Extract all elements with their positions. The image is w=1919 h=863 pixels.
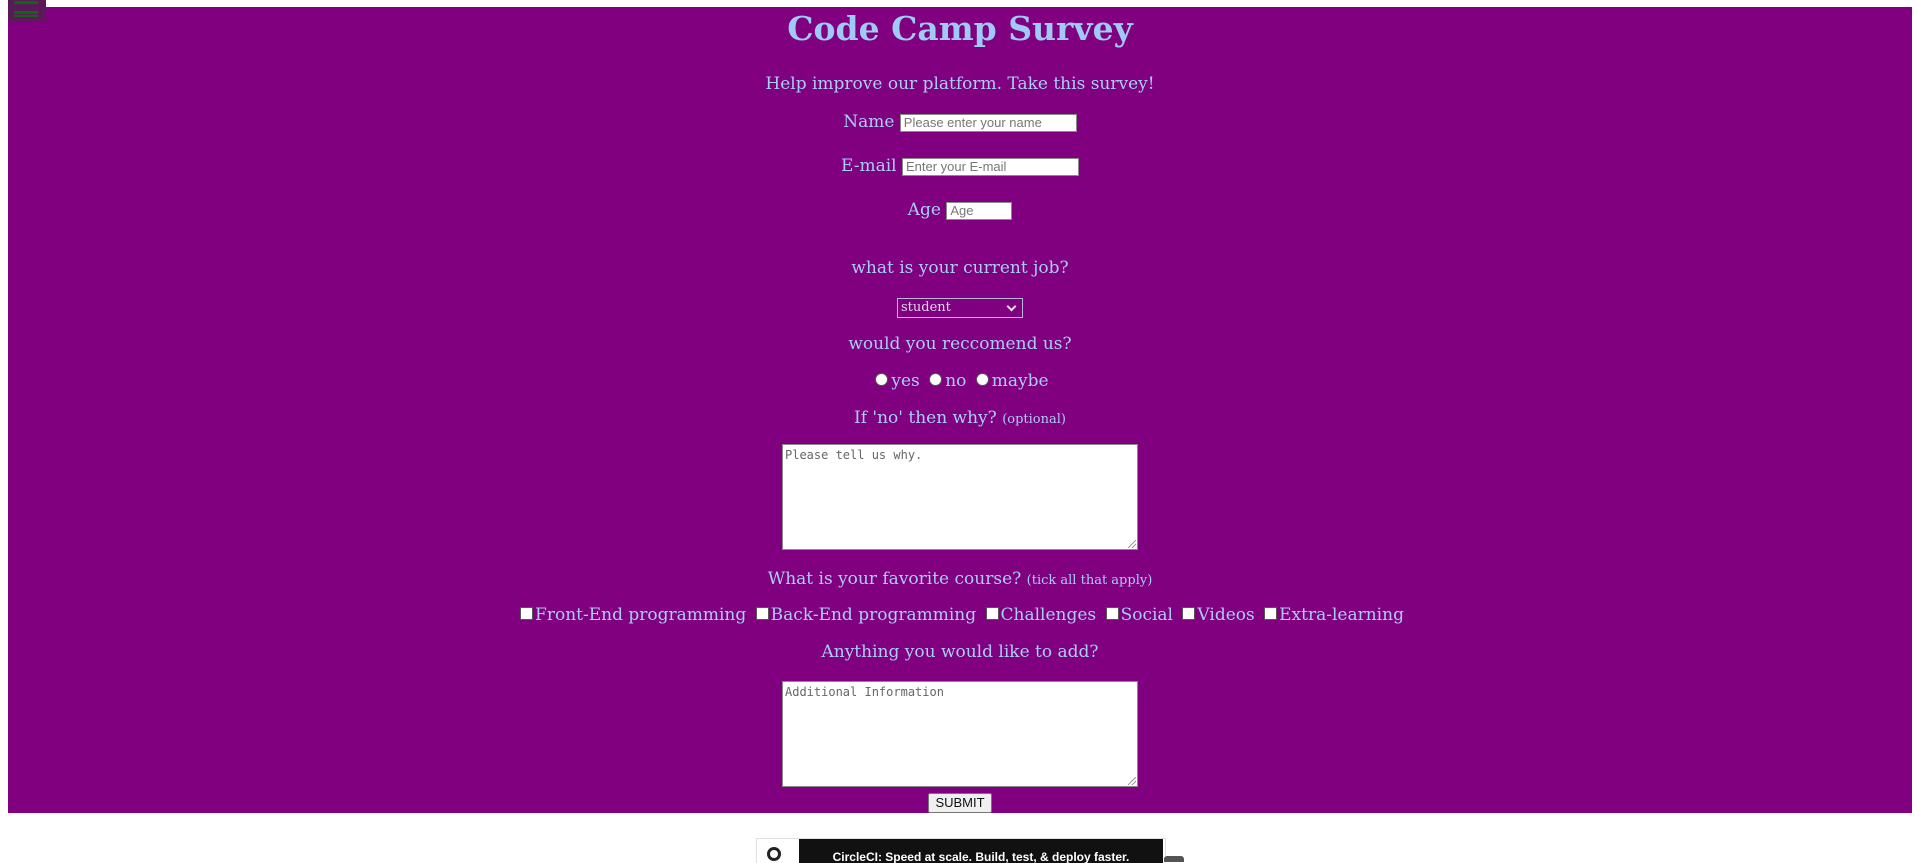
email-label: E-mail (840, 156, 897, 176)
age-input[interactable] (946, 201, 1013, 220)
checkbox-extra-learning[interactable] (1264, 607, 1278, 620)
checkbox-back-end[interactable] (755, 607, 769, 620)
recommend-question: would you reccomend us? (848, 334, 1072, 354)
age-row: Age (8, 199, 1912, 221)
why-question: If 'no' then why? (854, 408, 997, 428)
name-row: Name (8, 111, 1912, 133)
additional-info-placeholder: Additional Information (785, 685, 944, 699)
course-options: Front-End programming Back-End programmi… (8, 604, 1912, 626)
email-input[interactable] (902, 157, 1079, 176)
hamburger-menu-icon-bar (14, 11, 38, 14)
radio-no-label: no (945, 371, 967, 391)
menu-toggle-button[interactable] (8, 0, 46, 22)
radio-maybe[interactable] (975, 373, 989, 386)
checkbox-front-end[interactable] (520, 607, 534, 620)
recommend-options: yes no maybe (8, 370, 1912, 392)
age-label: Age (907, 200, 941, 220)
hamburger-menu-icon (14, 1, 38, 4)
course-note: (tick all that apply) (1026, 573, 1153, 588)
checkbox-social[interactable] (1105, 607, 1119, 620)
job-select[interactable]: student (897, 298, 1023, 318)
course-question-row: What is your favorite course? (tick all … (8, 568, 1912, 592)
name-label: Name (843, 112, 895, 132)
page-title: Code Camp Survey (787, 9, 1133, 48)
description: Help improve our platform. Take this sur… (765, 74, 1155, 94)
why-textarea[interactable]: Please tell us why. (782, 444, 1138, 550)
ad-banner[interactable]: CircleCI: Speed at scale. Build, test, &… (756, 838, 1166, 863)
add-question: Anything you would like to add? (821, 642, 1099, 662)
course-question: What is your favorite course? (767, 569, 1022, 589)
additional-info-textarea[interactable]: Additional Information (782, 681, 1138, 787)
why-note: (optional) (1002, 412, 1066, 427)
radio-yes-label: yes (891, 371, 920, 391)
checkbox-back-end-label: Back-End programming (770, 605, 977, 625)
why-question-row: If 'no' then why? (optional) (8, 407, 1912, 431)
ad-text[interactable]: CircleCI: Speed at scale. Build, test, &… (799, 839, 1163, 863)
hamburger-menu-icon-bar (14, 15, 38, 17)
checkbox-challenges-label: Challenges (1000, 605, 1097, 625)
checkbox-challenges[interactable] (985, 607, 999, 620)
ad-close-tab[interactable] (1164, 856, 1184, 862)
name-input[interactable] (899, 113, 1077, 132)
job-select-row: student (8, 295, 1912, 318)
survey-form: Code Camp Survey Help improve our platfo… (8, 7, 1912, 813)
job-select-value: student (901, 300, 951, 315)
radio-yes[interactable] (875, 373, 889, 386)
checkbox-social-label: Social (1120, 605, 1173, 625)
resize-handle-icon[interactable] (1128, 777, 1136, 785)
email-row: E-mail (8, 155, 1912, 177)
radio-no[interactable] (929, 373, 943, 386)
checkbox-front-end-label: Front-End programming (535, 605, 747, 625)
resize-handle-icon[interactable] (1128, 540, 1136, 548)
why-placeholder: Please tell us why. (785, 448, 923, 462)
checkbox-extra-learning-label: Extra-learning (1279, 605, 1404, 625)
submit-button[interactable]: SUBMIT (928, 793, 992, 813)
chevron-down-icon (1006, 301, 1017, 311)
radio-maybe-label: maybe (991, 371, 1049, 391)
job-question: what is your current job? (851, 258, 1069, 278)
circleci-logo-icon (767, 847, 781, 861)
checkbox-videos-label: Videos (1197, 605, 1255, 625)
checkbox-videos[interactable] (1182, 607, 1196, 620)
